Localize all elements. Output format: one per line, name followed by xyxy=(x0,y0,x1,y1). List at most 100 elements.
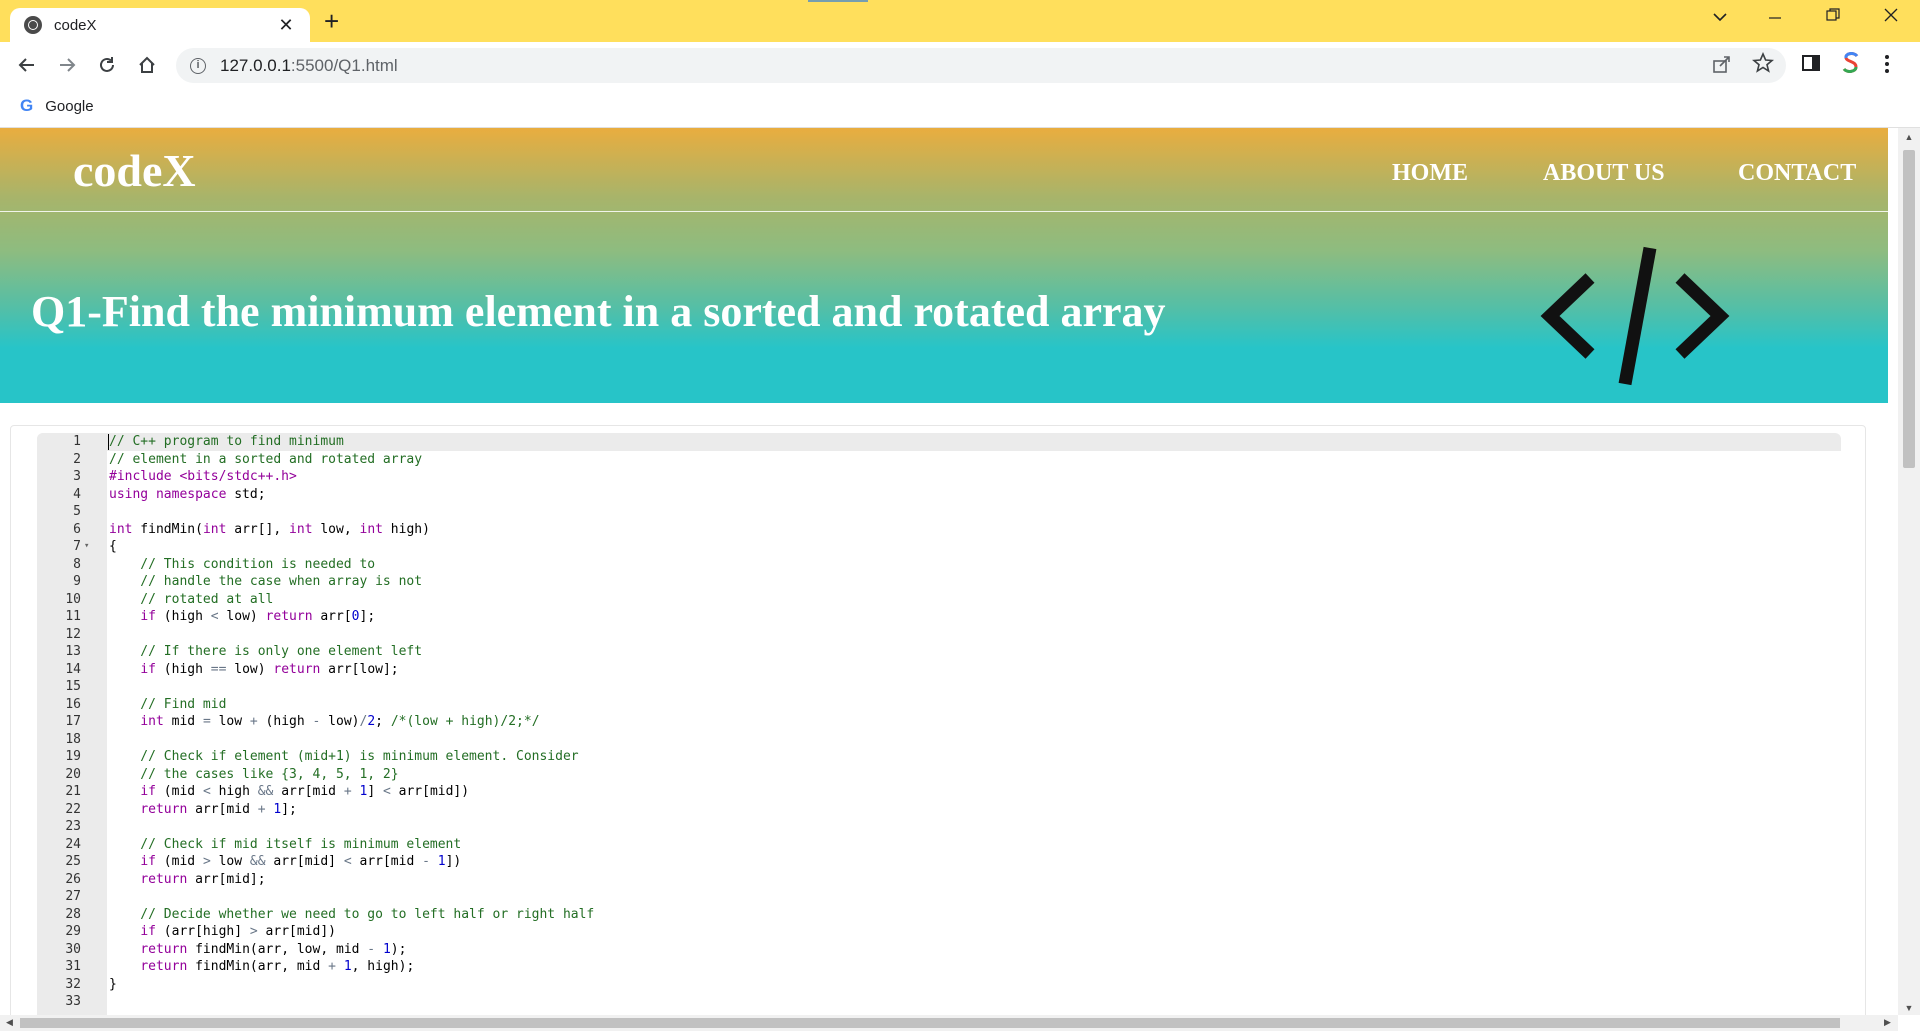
code-line[interactable]: 13 // If there is only one element left xyxy=(37,643,1841,661)
horizontal-scrollbar[interactable]: ◀ ▶ xyxy=(0,1015,1898,1031)
code-line[interactable]: 18 xyxy=(37,731,1841,749)
line-number: 17 xyxy=(65,714,81,729)
code-line[interactable]: 15 xyxy=(37,678,1841,696)
line-number: 30 xyxy=(65,941,81,957)
code-text: if (high == low) return arr[low]; xyxy=(140,661,399,677)
code-line[interactable]: 28 // Decide whether we need to go to le… xyxy=(37,906,1841,924)
address-bar[interactable]: i 127.0.0.1:5500/Q1.html xyxy=(176,48,1786,83)
code-line[interactable]: 9 // handle the case when array is not xyxy=(37,573,1841,591)
share-icon[interactable] xyxy=(1712,54,1732,80)
code-line[interactable]: 25 if (mid > low && arr[mid] < arr[mid -… xyxy=(37,853,1841,871)
code-text: int findMin(int arr[], int low, int high… xyxy=(109,521,430,537)
line-number: 9 xyxy=(73,574,81,589)
code-line[interactable]: 17 int mid = low + (high - low)/2; /*(lo… xyxy=(37,713,1841,731)
line-number: 7 xyxy=(73,539,81,554)
reload-icon[interactable] xyxy=(92,50,122,80)
code-line[interactable]: 1 // C++ program to find minimum xyxy=(37,433,1841,451)
code-line[interactable]: 33 xyxy=(37,993,1841,1011)
nav-link-about-us[interactable]: ABOUT US xyxy=(1543,160,1665,187)
code-line[interactable]: 14 if (high == low) return arr[low]; xyxy=(37,661,1841,679)
code-line[interactable]: 27 xyxy=(37,888,1841,906)
code-line[interactable]: 26 return arr[mid]; xyxy=(37,871,1841,889)
scroll-down-arrow-icon[interactable]: ▼ xyxy=(1898,1003,1920,1013)
line-number: 31 xyxy=(65,959,81,974)
line-number: 22 xyxy=(65,801,81,817)
browser-tab-strip: codeX ✕ + xyxy=(0,0,1920,42)
code-line[interactable]: 19 // Check if element (mid+1) is minimu… xyxy=(37,748,1841,766)
code-line[interactable]: 16 // Find mid xyxy=(37,696,1841,714)
code-line[interactable]: 30 return findMin(arr, low, mid - 1); xyxy=(37,941,1841,959)
line-number: 11 xyxy=(65,609,81,624)
back-icon[interactable] xyxy=(12,50,42,80)
menu-dots-icon[interactable] xyxy=(1884,54,1890,80)
code-line[interactable]: 20 // the cases like {3, 4, 5, 1, 2} xyxy=(37,766,1841,784)
code-editor[interactable]: 1 // C++ program to find minimum 2 // eleme… xyxy=(37,433,1841,1015)
vertical-scrollbar[interactable]: ▲ ▼ xyxy=(1898,128,1920,1015)
site-brand[interactable]: codeX xyxy=(73,144,196,197)
code-line[interactable]: 3 #include <bits/stdc++.h> xyxy=(37,468,1841,486)
scroll-left-arrow-icon[interactable]: ◀ xyxy=(6,1017,13,1028)
code-line[interactable]: 10 // rotated at all xyxy=(37,591,1841,609)
line-number: 28 xyxy=(65,906,81,922)
code-line[interactable]: 32} xyxy=(37,976,1841,994)
line-number: 8 xyxy=(73,556,81,572)
browser-tab[interactable]: codeX ✕ xyxy=(10,8,310,42)
code-line[interactable]: 21 if (mid < high && arr[mid + 1] < arr[… xyxy=(37,783,1841,801)
nav-link-contact[interactable]: CONTACT xyxy=(1738,160,1856,187)
tab-close-button[interactable]: ✕ xyxy=(276,15,296,36)
extension-icon[interactable] xyxy=(1842,51,1860,81)
code-line[interactable]: 6 int findMin(int arr[], int low, int hig… xyxy=(37,521,1841,539)
code-text: return arr[mid + 1]; xyxy=(140,801,297,817)
line-number: 4 xyxy=(73,486,81,502)
code-line[interactable]: 12 xyxy=(37,626,1841,644)
code-line[interactable]: 29 if (arr[high] > arr[mid]) xyxy=(37,923,1841,941)
google-icon: G xyxy=(20,96,34,115)
line-number: 21 xyxy=(65,784,81,799)
nav-link-home[interactable]: HOME xyxy=(1392,160,1468,187)
bookmark-star-icon[interactable] xyxy=(1751,51,1775,80)
tab-search-chevron-down-icon[interactable] xyxy=(1700,6,1740,27)
code-line[interactable]: 31 return findMin(arr, mid + 1, high); xyxy=(37,958,1841,976)
code-text: } xyxy=(109,976,117,992)
line-number: 16 xyxy=(65,696,81,712)
horizontal-scroll-thumb[interactable] xyxy=(20,1018,1840,1028)
code-line[interactable]: 8 // This condition is needed to xyxy=(37,556,1841,574)
line-number: 12 xyxy=(65,626,81,642)
scroll-right-arrow-icon[interactable]: ▶ xyxy=(1884,1017,1891,1028)
code-text: // Check if element (mid+1) is minimum e… xyxy=(109,749,579,764)
site-info-icon[interactable]: i xyxy=(190,57,206,74)
line-number: 24 xyxy=(65,836,81,852)
vertical-scroll-thumb[interactable] xyxy=(1903,150,1915,468)
restore-icon[interactable] xyxy=(1813,6,1853,27)
tab-title: codeX xyxy=(54,16,97,34)
code-line[interactable]: 24 // Check if mid itself is minimum ele… xyxy=(37,836,1841,854)
scroll-up-arrow-icon[interactable]: ▲ xyxy=(1898,132,1920,142)
line-number: 26 xyxy=(65,871,81,887)
forward-icon[interactable] xyxy=(52,50,82,80)
tab-strip-accent xyxy=(808,0,868,2)
new-tab-button[interactable]: + xyxy=(324,8,339,34)
code-line[interactable]: 5 xyxy=(37,503,1841,521)
code-line[interactable]: 4 using namespace std; xyxy=(37,486,1841,504)
fold-arrow-icon[interactable]: ▾ xyxy=(84,538,94,556)
line-number: 33 xyxy=(65,994,81,1009)
close-icon[interactable] xyxy=(1871,6,1911,27)
code-text: // element in a sorted and rotated array xyxy=(109,451,423,467)
code-line[interactable]: 23 xyxy=(37,818,1841,836)
line-number: 15 xyxy=(65,679,81,694)
code-text: // Find mid xyxy=(109,696,227,712)
code-text: // C++ program to find minimum xyxy=(109,434,344,449)
code-line[interactable]: 2 // element in a sorted and rotated arra… xyxy=(37,451,1841,469)
code-text: using namespace std; xyxy=(109,486,266,502)
site-navbar: codeX HOME ABOUT US CONTACT xyxy=(0,128,1888,212)
side-panel-icon[interactable] xyxy=(1802,54,1820,78)
bookmark-google[interactable]: G Google xyxy=(20,96,94,116)
code-text: if (mid < high && arr[mid + 1] < arr[mid… xyxy=(140,784,470,799)
code-line[interactable]: 7 ▾ { xyxy=(37,538,1841,556)
minimize-icon[interactable] xyxy=(1755,6,1795,27)
code-line[interactable]: 11 if (high < low) return arr[0]; xyxy=(37,608,1841,626)
code-line[interactable]: 22 return arr[mid + 1]; xyxy=(37,801,1841,819)
code-text: // handle the case when array is not xyxy=(109,574,423,589)
home-icon[interactable] xyxy=(132,50,162,80)
bookmark-label: Google xyxy=(45,97,94,115)
